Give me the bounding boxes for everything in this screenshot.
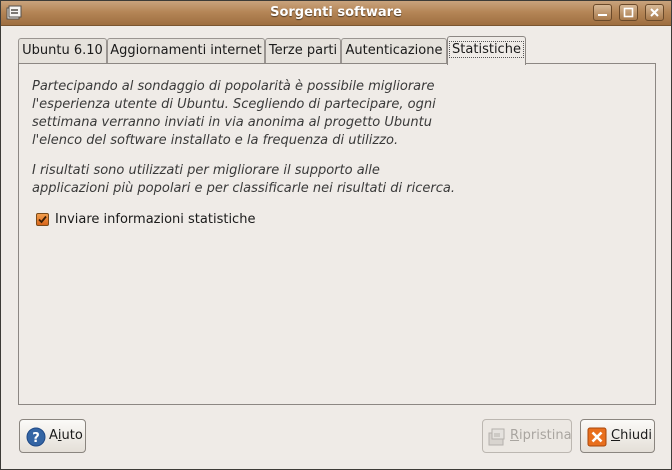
close-icon (650, 8, 659, 17)
help-button-label: Aiuto (49, 428, 83, 443)
revert-icon (488, 428, 505, 446)
tab-third-party[interactable]: Terze parti (265, 38, 341, 63)
popularity-contest-description: Partecipando al sondaggio di popolarità … (32, 79, 436, 148)
close-button[interactable]: Chiudi (580, 419, 655, 453)
title-bar[interactable]: Sorgenti software (1, 1, 671, 26)
close-icon (587, 427, 607, 447)
tab-statistics[interactable]: Statistiche (447, 36, 526, 65)
help-button[interactable]: ? Aiuto (19, 419, 86, 453)
window-title: Sorgenti software (270, 5, 402, 20)
submit-statistics-label[interactable]: Inviare informazioni statistiche (55, 212, 255, 227)
minimize-icon (598, 14, 607, 16)
software-sources-window: Sorgenti software Ubuntu 6.10 Aggiorname… (0, 0, 672, 470)
minimize-button[interactable] (593, 4, 612, 21)
tab-ubuntu[interactable]: Ubuntu 6.10 (18, 38, 107, 63)
results-usage-description: I risultati sono utilizzati per migliora… (32, 163, 455, 196)
submit-statistics-checkbox[interactable] (36, 213, 49, 226)
maximize-icon (623, 7, 634, 18)
maximize-button[interactable] (619, 4, 638, 21)
close-window-button[interactable] (645, 4, 664, 21)
help-icon: ? (26, 427, 46, 447)
tab-internet-updates[interactable]: Aggiornamenti internet (107, 38, 265, 63)
close-button-label: Chiudi (611, 428, 653, 443)
revert-button-label: Ripristina (510, 428, 572, 443)
tab-authentication[interactable]: Autenticazione (341, 38, 447, 63)
statistics-panel: Partecipando al sondaggio di popolarità … (18, 63, 656, 405)
checkmark-icon (38, 215, 47, 224)
svg-text:?: ? (32, 431, 40, 446)
revert-button[interactable]: Ripristina (482, 419, 572, 453)
